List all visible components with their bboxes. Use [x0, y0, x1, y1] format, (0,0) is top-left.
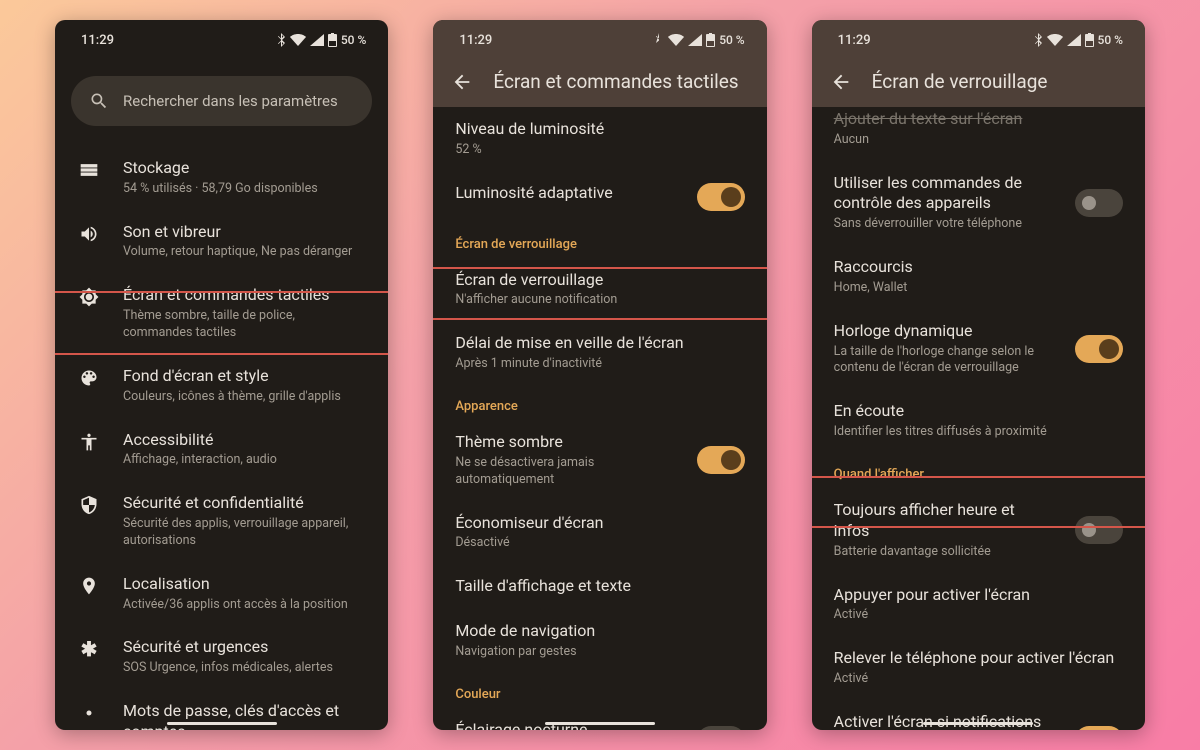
back-icon[interactable]: [830, 71, 852, 93]
back-icon[interactable]: [451, 71, 473, 93]
signal-icon: [310, 34, 324, 46]
row-dynamic-clock[interactable]: Horloge dynamiqueLa taille de l'horloge …: [812, 309, 1145, 390]
toggle-wake-notif[interactable]: [1075, 726, 1123, 730]
status-bar: 11:29 50 %: [55, 20, 388, 60]
gesture-bar[interactable]: [545, 722, 655, 725]
section-lock: Écran de verrouillage: [433, 223, 766, 258]
brightness-icon: [79, 287, 99, 307]
row-location[interactable]: LocalisationActivée/36 applis ont accès …: [55, 562, 388, 626]
toggle-night[interactable]: [697, 726, 745, 730]
row-tap-wake[interactable]: Appuyer pour activer l'écranActivé: [812, 573, 1145, 637]
search-input[interactable]: Rechercher dans les paramètres: [71, 76, 372, 126]
status-bar: 11:29 50 %: [433, 20, 766, 60]
toggle-dark[interactable]: [697, 446, 745, 474]
row-wake-notif[interactable]: Activer l'écran si notificationsQuand l'…: [812, 700, 1145, 730]
settings-list: Stockage54 % utilisés · 58,79 Go disponi…: [55, 146, 388, 730]
wifi-icon: [1047, 34, 1063, 46]
row-always-on[interactable]: Toujours afficher heure et infosBatterie…: [812, 488, 1145, 572]
row-screensaver[interactable]: Économiseur d'écranDésactivé: [433, 501, 766, 565]
lockscreen-list: Ajouter du texte sur l'écranAucun Utilis…: [812, 107, 1145, 730]
bluetooth-icon: [1035, 33, 1043, 47]
wifi-icon: [668, 34, 684, 46]
header-title: Écran et commandes tactiles: [493, 70, 738, 93]
row-emergency[interactable]: ✱ Sécurité et urgencesSOS Urgence, infos…: [55, 625, 388, 689]
gesture-bar[interactable]: [923, 722, 1033, 725]
section-appearance: Apparence: [433, 385, 766, 420]
battery-percent: 50 %: [1098, 33, 1123, 47]
battery-percent: 50 %: [719, 33, 744, 47]
toggle-adaptive[interactable]: [697, 183, 745, 211]
key-icon: [79, 703, 99, 723]
signal-icon: [1067, 34, 1081, 46]
phone-display-settings: 11:29 50 % Écran et commandes tactiles N…: [433, 20, 766, 730]
row-lift-wake[interactable]: Relever le téléphone pour activer l'écra…: [812, 636, 1145, 700]
section-when: Quand l'afficher: [812, 453, 1145, 488]
row-storage[interactable]: Stockage54 % utilisés · 58,79 Go disponi…: [55, 146, 388, 210]
header-title: Écran de verrouillage: [872, 70, 1048, 93]
status-time: 11:29: [838, 33, 871, 48]
phone-lockscreen-settings: 11:29 50 % Écran de verrouillage Ajouter…: [812, 20, 1145, 730]
search-icon: [89, 91, 109, 111]
row-device-controls[interactable]: Utiliser les commandes de contrôle des a…: [812, 161, 1145, 245]
signal-icon: [688, 34, 702, 46]
row-display-size[interactable]: Taille d'affichage et texte: [433, 564, 766, 609]
gesture-bar[interactable]: [167, 722, 277, 725]
wifi-icon: [290, 34, 306, 46]
battery-icon: [328, 33, 337, 47]
location-icon: [79, 576, 99, 596]
row-add-text[interactable]: Ajouter du texte sur l'écranAucun: [812, 107, 1145, 161]
bluetooth-icon: [278, 33, 286, 47]
storage-icon: [79, 160, 99, 180]
status-icons: 50 %: [656, 33, 744, 47]
row-night-light[interactable]: Éclairage nocturneNe s'active jamais aut…: [433, 708, 766, 730]
display-list: Niveau de luminosité52 % Luminosité adap…: [433, 107, 766, 730]
row-sound[interactable]: Son et vibreurVolume, retour haptique, N…: [55, 210, 388, 274]
status-time: 11:29: [81, 33, 114, 48]
toggle-always-on[interactable]: [1075, 516, 1123, 544]
status-icons: 50 %: [1035, 33, 1123, 47]
status-bar: 11:29 50 %: [812, 20, 1145, 60]
status-time: 11:29: [459, 33, 492, 48]
header: Écran et commandes tactiles: [433, 60, 766, 107]
toggle-controls[interactable]: [1075, 189, 1123, 217]
volume-icon: [79, 224, 99, 244]
row-adaptive-brightness[interactable]: Luminosité adaptative: [433, 171, 766, 223]
section-color: Couleur: [433, 673, 766, 708]
battery-icon: [706, 33, 715, 47]
battery-icon: [1085, 33, 1094, 47]
phone-settings-main: 11:29 50 % Rechercher dans les paramètre…: [55, 20, 388, 730]
row-display[interactable]: Écran et commandes tactilesThème sombre,…: [55, 273, 388, 354]
row-nav-mode[interactable]: Mode de navigationNavigation par gestes: [433, 609, 766, 673]
row-screen-timeout[interactable]: Délai de mise en veille de l'écranAprès …: [433, 321, 766, 385]
row-accessibility[interactable]: AccessibilitéAffichage, interaction, aud…: [55, 418, 388, 482]
row-brightness[interactable]: Niveau de luminosité52 %: [433, 107, 766, 171]
row-dark-theme[interactable]: Thème sombreNe se désactivera jamais aut…: [433, 420, 766, 501]
row-security[interactable]: Sécurité et confidentialitéSécurité des …: [55, 481, 388, 562]
accessibility-icon: [79, 432, 99, 452]
row-shortcuts[interactable]: RaccourcisHome, Wallet: [812, 245, 1145, 309]
status-icons: 50 %: [278, 33, 366, 47]
search-placeholder: Rechercher dans les paramètres: [123, 92, 338, 110]
row-lockscreen[interactable]: Écran de verrouillageN'afficher aucune n…: [433, 258, 766, 322]
bluetooth-icon: [656, 33, 664, 47]
palette-icon: [79, 368, 99, 388]
toggle-clock[interactable]: [1075, 335, 1123, 363]
row-wallpaper[interactable]: Fond d'écran et styleCouleurs, icônes à …: [55, 354, 388, 418]
battery-percent: 50 %: [341, 33, 366, 47]
row-now-playing[interactable]: En écouteIdentifier les titres diffusés …: [812, 389, 1145, 453]
shield-icon: [79, 495, 99, 515]
header: Écran de verrouillage: [812, 60, 1145, 107]
emergency-icon: ✱: [81, 639, 98, 659]
